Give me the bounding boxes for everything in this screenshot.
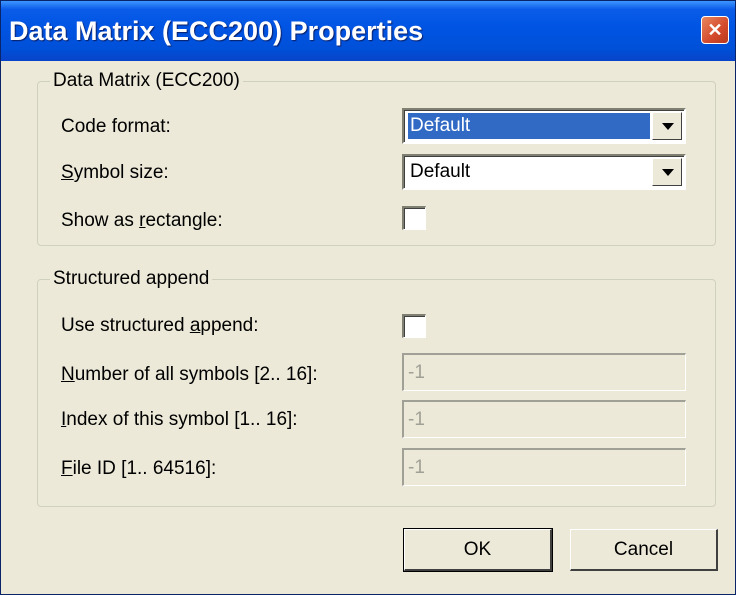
code-format-dropdown-arrow-icon[interactable] <box>652 112 682 140</box>
show-rectangle-label: Show as rectangle: <box>61 209 223 233</box>
close-button[interactable]: ✕ <box>701 16 729 44</box>
code-format-label: Code format: <box>61 116 171 137</box>
file-id-label-text: ile ID [1.. 64516]: <box>72 458 217 479</box>
window-title: Data Matrix (ECC200) Properties <box>9 16 424 46</box>
file-id-accel: F <box>61 458 73 479</box>
show-rectangle-label-post: ectangle: <box>145 210 223 231</box>
cancel-button[interactable]: Cancel <box>570 529 718 571</box>
code-format-select[interactable]: Default <box>402 108 686 144</box>
show-rectangle-checkbox[interactable] <box>402 206 426 230</box>
use-append-accel: a <box>189 315 201 336</box>
index-of-symbol-label-text: ndex of this symbol [1.. 16]: <box>66 409 298 430</box>
show-rectangle-label-pre: Show as <box>61 210 140 231</box>
file-id-label: File ID [1.. 64516]: <box>61 457 216 481</box>
use-structured-append-label: Use structured append: <box>61 314 259 338</box>
number-of-symbols-accel: N <box>61 364 75 385</box>
use-append-label-post: ppend: <box>200 315 259 336</box>
use-structured-append-checkbox[interactable] <box>402 314 426 338</box>
data-matrix-group-legend: Data Matrix (ECC200) <box>50 69 243 93</box>
symbol-size-accel: S <box>61 162 74 183</box>
symbol-size-label: Symbol size: <box>61 161 169 185</box>
ok-button[interactable]: OK <box>403 528 553 572</box>
file-id-value: -1 <box>408 457 425 478</box>
number-of-symbols-value: -1 <box>408 362 425 383</box>
structured-append-group-legend: Structured append <box>50 267 213 291</box>
close-icon: ✕ <box>707 20 723 40</box>
index-of-symbol-label: Index of this symbol [1.. 16]: <box>61 408 298 432</box>
index-of-symbol-field: -1 <box>402 400 686 438</box>
symbol-size-select[interactable]: Default <box>402 154 686 190</box>
number-of-symbols-field: -1 <box>402 353 686 391</box>
properties-dialog: Data Matrix (ECC200) Properties ✕ Data M… <box>0 0 736 595</box>
number-of-symbols-label-text: umber of all symbols [2.. 16]: <box>74 364 318 385</box>
title-bar[interactable]: Data Matrix (ECC200) Properties ✕ <box>1 1 735 61</box>
symbol-size-label-text: ymbol size: <box>73 162 169 183</box>
symbol-size-dropdown-arrow-icon[interactable] <box>652 158 682 186</box>
symbol-size-value: Default <box>410 161 471 182</box>
number-of-symbols-label: Number of all symbols [2.. 16]: <box>61 363 318 387</box>
code-format-value: Default <box>408 113 650 139</box>
use-append-label-pre: Use structured <box>61 315 190 336</box>
file-id-field: -1 <box>402 448 686 486</box>
index-of-symbol-value: -1 <box>408 409 425 430</box>
